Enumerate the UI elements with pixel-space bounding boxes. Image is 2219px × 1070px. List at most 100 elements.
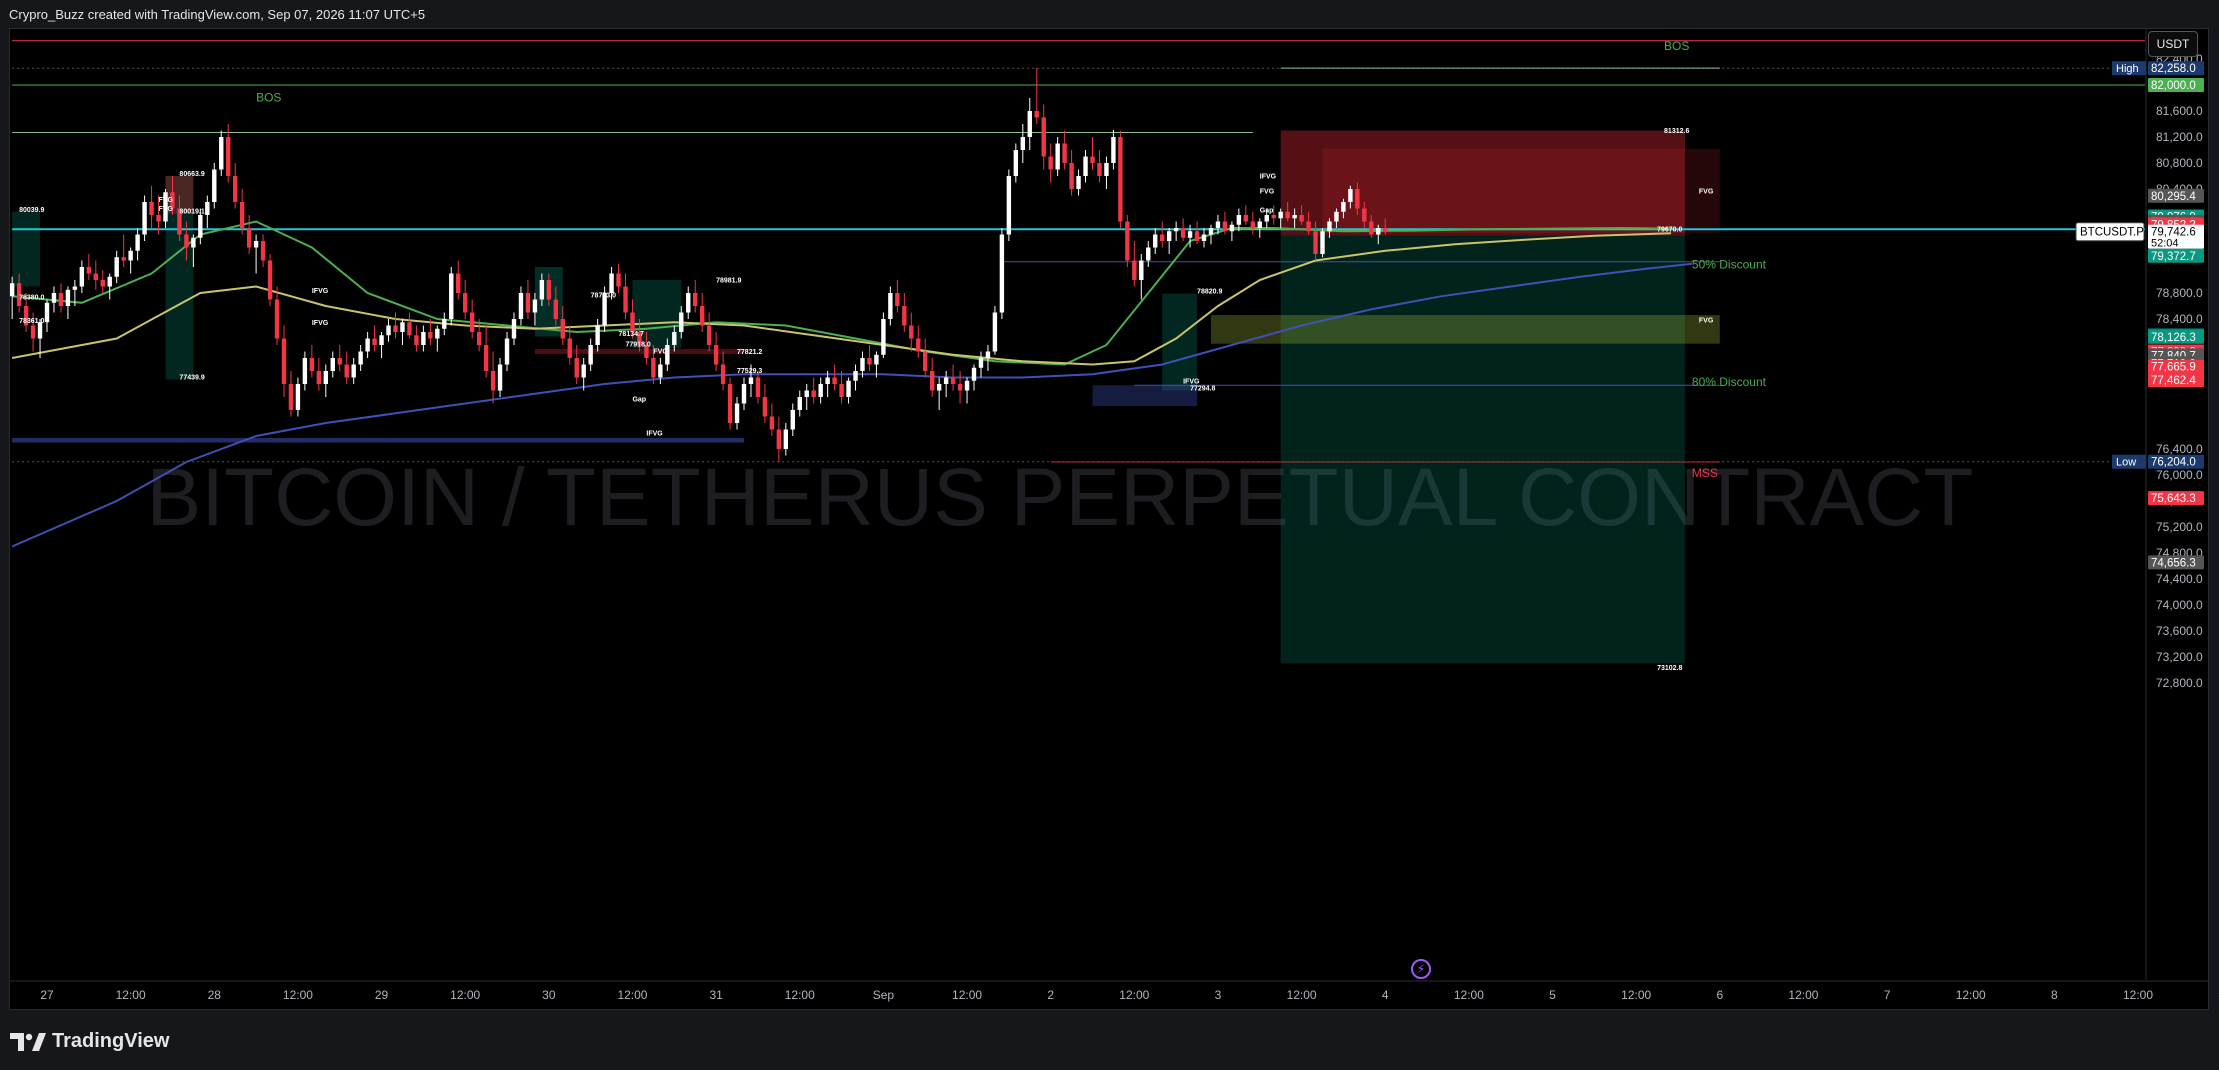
candle-body xyxy=(853,371,858,381)
candle-body xyxy=(978,358,984,368)
y-tick-label: 73,200.0 xyxy=(2156,650,2203,664)
price-tag-label: 80,295.4 xyxy=(2151,191,2196,203)
candle-body xyxy=(379,335,384,345)
candle-body xyxy=(1187,231,1193,238)
tradingview-logo[interactable]: TradingView xyxy=(10,1030,169,1053)
candle-body xyxy=(414,335,419,345)
lightning-icon[interactable]: ⚡ xyxy=(1411,959,1431,979)
candle-body xyxy=(1369,221,1374,235)
candle-body xyxy=(281,338,287,384)
candle-body xyxy=(950,377,956,384)
candle-body xyxy=(1222,221,1228,232)
price-chart[interactable]: BITCOIN / TETHERUS PERPETUAL CONTRACT BO… xyxy=(0,0,2219,1070)
candle-body xyxy=(1201,234,1207,241)
candle-body xyxy=(449,273,454,319)
candle-body xyxy=(386,325,391,336)
candle-body xyxy=(546,280,552,300)
candle-body xyxy=(741,384,747,404)
candle-body xyxy=(456,273,461,293)
currency-button[interactable]: USDT xyxy=(2148,31,2198,57)
x-tick-label: 4 xyxy=(1382,988,1389,1002)
candle-body xyxy=(748,377,754,384)
x-tick-label: 12:00 xyxy=(2123,988,2153,1002)
candle-body xyxy=(1104,163,1109,176)
x-tick-label: 12:00 xyxy=(116,988,146,1002)
candle-body xyxy=(428,332,433,339)
candle-body xyxy=(595,325,600,345)
candle-body xyxy=(811,390,816,397)
candle-body xyxy=(1341,202,1346,212)
x-tick-label: 12:00 xyxy=(283,988,313,1002)
candle-body xyxy=(246,228,252,248)
footer-bar xyxy=(0,1010,2219,1070)
candle-body xyxy=(916,338,921,352)
chart-annotation: IFVG xyxy=(312,288,329,295)
candle-body xyxy=(114,257,119,277)
price-tag-label: 76,204.0 xyxy=(2151,457,2196,469)
candle-body xyxy=(818,384,823,397)
candle-body xyxy=(184,234,189,248)
candle-body xyxy=(421,332,426,345)
candle-body xyxy=(1132,260,1137,280)
chart-zone xyxy=(12,437,744,443)
x-tick-label: 29 xyxy=(375,988,389,1002)
candle-body xyxy=(295,384,301,410)
candle-body xyxy=(86,267,92,274)
candle-body xyxy=(755,377,761,397)
candle-body xyxy=(790,410,795,430)
x-tick-label: 30 xyxy=(542,988,556,1002)
candle-body xyxy=(1236,215,1242,225)
candle-body xyxy=(288,384,294,410)
candle-body xyxy=(971,367,977,381)
x-tick-label: 7 xyxy=(1884,988,1891,1002)
x-tick-label: 8 xyxy=(2051,988,2058,1002)
price-tag-label: 79,372.7 xyxy=(2151,251,2196,263)
candle-body xyxy=(895,293,900,306)
candle-body xyxy=(943,377,949,384)
candle-body xyxy=(365,338,370,352)
x-tick-label: 12:00 xyxy=(1119,988,1149,1002)
candle-body xyxy=(316,371,322,384)
candle-body xyxy=(888,293,893,319)
chart-zone xyxy=(1280,235,1685,664)
candle-body xyxy=(511,319,517,339)
candle-body xyxy=(407,322,412,336)
price-tag-label: 74,656.3 xyxy=(2151,557,2196,569)
candle-body xyxy=(553,299,559,319)
chart-annotation: 81312.6 xyxy=(1664,128,1689,135)
candle-body xyxy=(1243,215,1249,222)
chart-annotation: 78773.0 xyxy=(591,293,616,300)
candle-body xyxy=(1355,189,1360,209)
y-tick-label: 75,200.0 xyxy=(2156,520,2203,534)
candle-body xyxy=(762,397,768,417)
candle-body xyxy=(881,319,886,355)
candle-body xyxy=(72,286,78,290)
chart-annotation: BOS xyxy=(256,90,281,104)
x-tick-label: 12:00 xyxy=(1287,988,1317,1002)
candle-body xyxy=(923,351,928,371)
candle-body xyxy=(909,325,914,339)
chart-annotation: 77439.9 xyxy=(179,374,204,381)
candle-body xyxy=(532,299,538,313)
candle-body xyxy=(783,429,789,449)
y-tick-label: 74,000.0 xyxy=(2156,598,2203,612)
candle-body xyxy=(435,328,440,339)
candle-body xyxy=(616,273,621,287)
chart-zone xyxy=(1322,148,1720,234)
chart-annotation: FVG xyxy=(1699,189,1714,196)
candle-body xyxy=(776,429,782,449)
candle-body xyxy=(400,322,405,332)
candle-body xyxy=(699,306,705,326)
candle-body xyxy=(135,234,140,251)
candle-body xyxy=(323,371,328,384)
x-tick-label: 12:00 xyxy=(952,988,982,1002)
candle-body xyxy=(469,312,475,332)
candle-body xyxy=(79,267,85,287)
candle-body xyxy=(226,137,231,176)
candle-body xyxy=(1062,143,1067,163)
candle-body xyxy=(1264,215,1269,222)
price-tag-label: 77,462.4 xyxy=(2151,375,2196,387)
candle-body xyxy=(1313,231,1318,254)
chart-annotation: 78134.7 xyxy=(619,331,644,338)
x-tick-label: 2 xyxy=(1047,988,1054,1002)
